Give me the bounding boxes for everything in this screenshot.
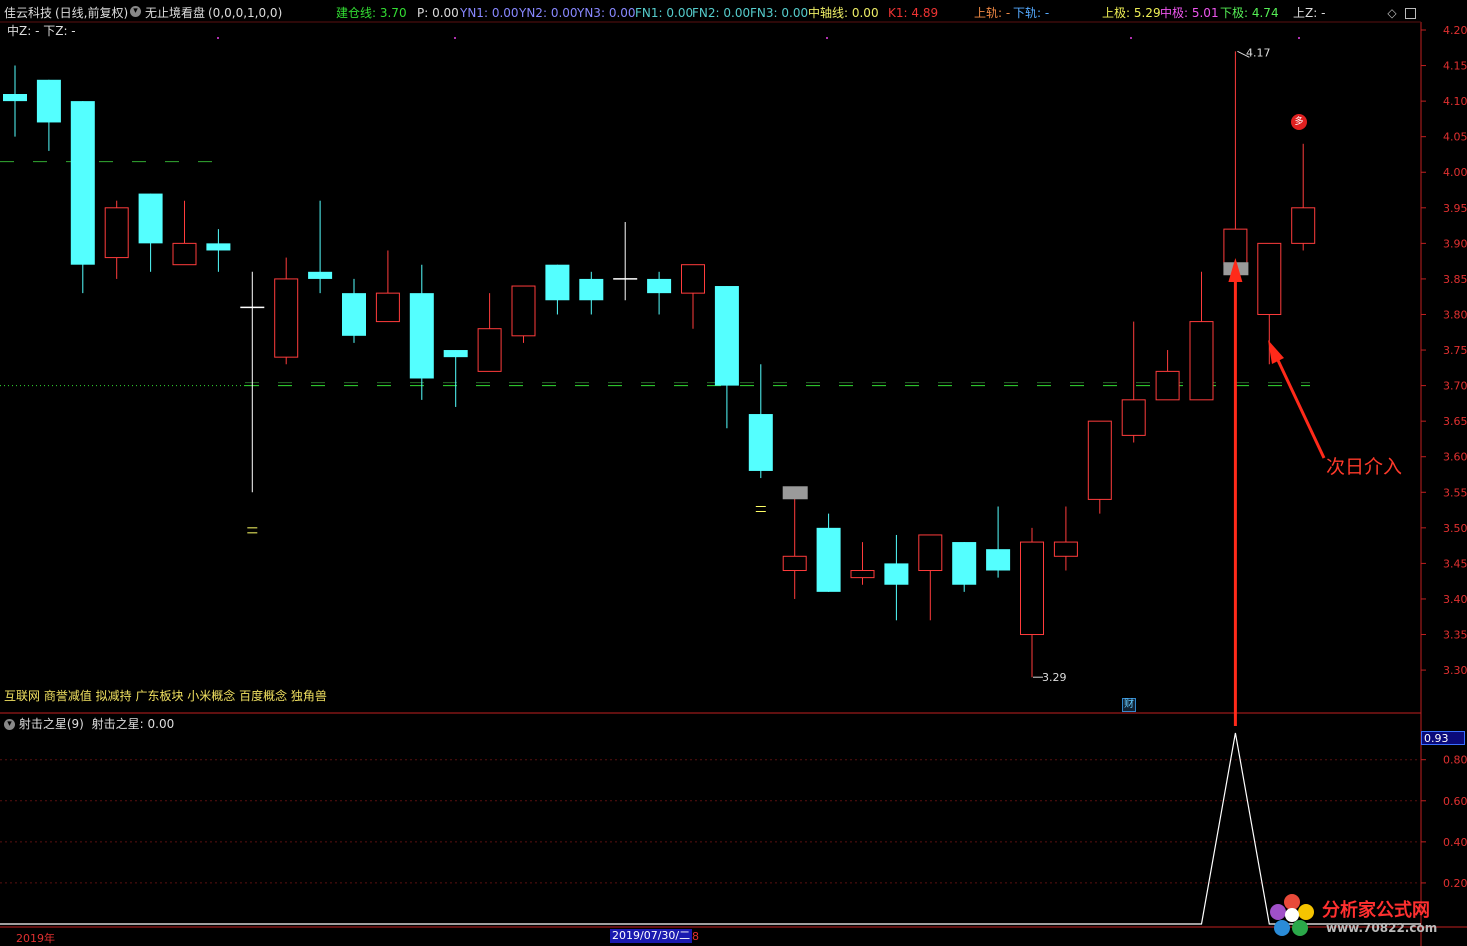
price-tick-label: 3.40 bbox=[1443, 593, 1467, 606]
candle-body-up bbox=[681, 264, 705, 294]
candle-body-down bbox=[816, 527, 841, 592]
candle-body-down bbox=[342, 293, 366, 336]
candle-body-down bbox=[545, 264, 570, 301]
watermark-site-name: 分析家公式网 bbox=[1322, 900, 1430, 921]
candle-body-up bbox=[477, 328, 502, 372]
price-tick-label: 3.30 bbox=[1443, 664, 1467, 677]
candle-body-up bbox=[511, 285, 536, 337]
candle-body-up bbox=[850, 570, 875, 579]
price-tick-label: 3.35 bbox=[1443, 629, 1467, 642]
candle-body-up bbox=[274, 278, 299, 358]
arrow-shaft-diagonal bbox=[1274, 355, 1326, 459]
cai-badge[interactable]: 财 bbox=[1122, 698, 1136, 712]
top-marker-dot bbox=[1130, 37, 1132, 39]
lower-tick-label: 0.80 bbox=[1443, 754, 1467, 767]
candle-body-down bbox=[138, 193, 163, 244]
candle-body-up bbox=[1291, 207, 1316, 244]
lower-panel-value: 0.00 bbox=[147, 717, 175, 731]
price-tick-label: 4.10 bbox=[1443, 95, 1467, 108]
candle-body-up bbox=[1087, 420, 1112, 500]
current-value-tag: 0.93 bbox=[1421, 731, 1465, 745]
candle-body-up bbox=[1155, 370, 1180, 401]
candle-body-up bbox=[104, 207, 129, 259]
price-tick-label: 3.50 bbox=[1443, 522, 1467, 535]
lower-tick-label: 0.40 bbox=[1443, 836, 1467, 849]
price-tick-label: 3.80 bbox=[1443, 308, 1467, 321]
price-tick-label: 3.55 bbox=[1443, 486, 1467, 499]
chart-canvas[interactable]: 4.20 4.15 4.10 4.05 4.00 3.95 3.90 3.85 3.80 3.75… bbox=[0, 0, 1467, 946]
candle-body-up bbox=[172, 242, 197, 266]
candle-body-down bbox=[206, 243, 231, 251]
candle-body-down bbox=[986, 549, 1011, 571]
shooting-star-series-line bbox=[0, 732, 1421, 925]
footer-year: 2019年 bbox=[16, 932, 55, 945]
candle-body-down bbox=[3, 94, 27, 102]
price-tick-label: 4.15 bbox=[1443, 60, 1467, 73]
top-marker-dot bbox=[217, 37, 219, 39]
candle-body-up bbox=[1020, 541, 1044, 636]
price-tick-label: 3.45 bbox=[1443, 557, 1467, 570]
grey-signal-marker bbox=[782, 486, 808, 500]
price-tick-label: 3.95 bbox=[1443, 202, 1467, 215]
candle-body-up bbox=[782, 555, 807, 572]
candle-body-up bbox=[1189, 321, 1214, 401]
candle-body-down bbox=[579, 278, 604, 301]
candle-body-down bbox=[70, 101, 95, 265]
price-tick-label: 4.20 bbox=[1443, 24, 1467, 37]
buy-marker: 多 bbox=[1291, 114, 1307, 130]
price-tick-label: 3.90 bbox=[1443, 237, 1467, 250]
high-price-label: 4.17 bbox=[1246, 46, 1271, 59]
lower-tick-label: 0.60 bbox=[1443, 795, 1467, 808]
price-tick-label: 3.70 bbox=[1443, 380, 1467, 393]
concept-tags[interactable]: 互联网 商誉减值 拟减持 广东板块 小米概念 百度概念 独角兽 bbox=[4, 687, 327, 704]
candle-body-up bbox=[1257, 242, 1282, 315]
lower-panel-value-label: 射击之星: bbox=[91, 717, 144, 731]
candle-body-up bbox=[918, 534, 943, 572]
candle-body-down bbox=[748, 414, 773, 471]
top-marker-dot bbox=[826, 37, 828, 39]
candle-body-down bbox=[714, 286, 739, 386]
arrow-head-diagonal bbox=[1268, 340, 1284, 364]
top-marker-dot bbox=[1298, 37, 1300, 39]
lower-panel-title[interactable]: 射击之星(9) bbox=[19, 717, 84, 731]
candle-body-up bbox=[1121, 399, 1146, 436]
candle-body-down bbox=[308, 271, 333, 279]
panel-toggle-icon[interactable]: ▾ bbox=[4, 719, 15, 730]
candle-body-up bbox=[375, 292, 400, 323]
watermark-url: www.70822.com bbox=[1326, 921, 1438, 935]
candle-body-down bbox=[647, 278, 672, 294]
price-tick-label: 3.75 bbox=[1443, 344, 1467, 357]
footer-date-suffix: 8 bbox=[692, 930, 699, 943]
price-tick-label: 3.85 bbox=[1443, 273, 1467, 286]
candle-body-down bbox=[884, 563, 909, 585]
lower-panel-header: ▾ 射击之星(9) 射击之星: 0.00 bbox=[4, 715, 174, 732]
top-marker-dot bbox=[454, 37, 456, 39]
candle-body-down bbox=[952, 542, 977, 585]
watermark-flower-icon bbox=[1270, 894, 1314, 938]
candle-body-down bbox=[36, 79, 61, 123]
annotation-next-day-entry: 次日介入 bbox=[1326, 456, 1403, 478]
candle-body-up bbox=[1053, 541, 1078, 557]
price-tick-label: 4.05 bbox=[1443, 131, 1467, 144]
watermark: 分析家公式网 www.70822.com bbox=[1266, 888, 1466, 944]
candle-body-down bbox=[443, 350, 468, 358]
price-tick-label: 3.60 bbox=[1443, 451, 1467, 464]
low-price-label: 3.29 bbox=[1042, 671, 1067, 684]
candle-body-down bbox=[409, 293, 434, 379]
price-tick-label: 3.65 bbox=[1443, 415, 1467, 428]
price-tick-label: 4.00 bbox=[1443, 166, 1467, 179]
footer-date-tag: 2019/07/30/二 bbox=[610, 929, 693, 943]
